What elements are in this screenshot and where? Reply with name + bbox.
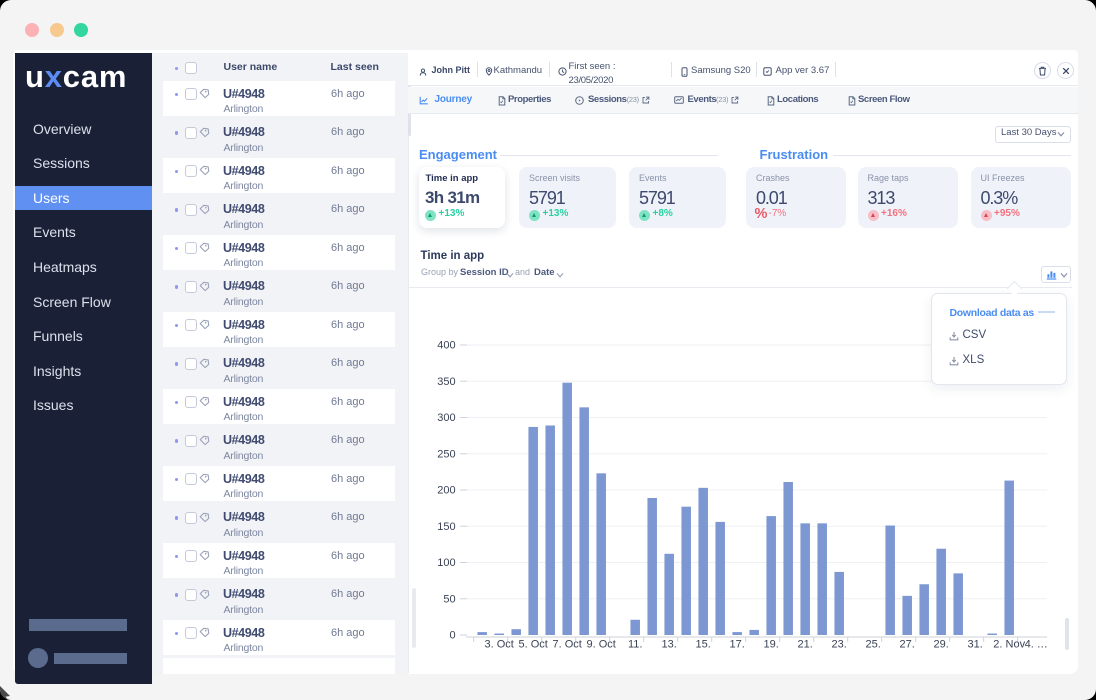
svg-text:3. Oct: 3. Oct [485,639,514,651]
svg-text:300: 300 [437,412,455,424]
svg-text:200: 200 [437,485,455,497]
svg-text:23.: 23. [832,639,847,651]
svg-text:150: 150 [437,521,455,533]
svg-text:50: 50 [443,593,455,605]
svg-text:400: 400 [437,340,455,352]
svg-text:21.: 21. [798,639,813,651]
svg-text:5. Oct: 5. Oct [519,639,548,651]
svg-text:250: 250 [437,448,455,460]
svg-text:7. Oct: 7. Oct [553,639,582,651]
svg-text:13.: 13. [662,639,677,651]
svg-text:31.: 31. [968,639,983,651]
svg-text:100: 100 [437,557,455,569]
svg-text:9. Oct: 9. Oct [587,639,616,651]
svg-text:4. …: 4. … [1025,639,1048,651]
svg-text:11.: 11. [628,639,642,651]
svg-text:25.: 25. [866,639,881,651]
svg-text:19.: 19. [764,639,779,651]
svg-text:17.: 17. [730,639,745,651]
svg-text:350: 350 [437,376,455,388]
svg-text:15.: 15. [696,639,711,651]
svg-text:0: 0 [449,630,455,642]
svg-text:29.: 29. [934,639,949,651]
svg-text:27.: 27. [900,639,915,651]
svg-text:2. Nov: 2. Nov [993,639,1025,651]
